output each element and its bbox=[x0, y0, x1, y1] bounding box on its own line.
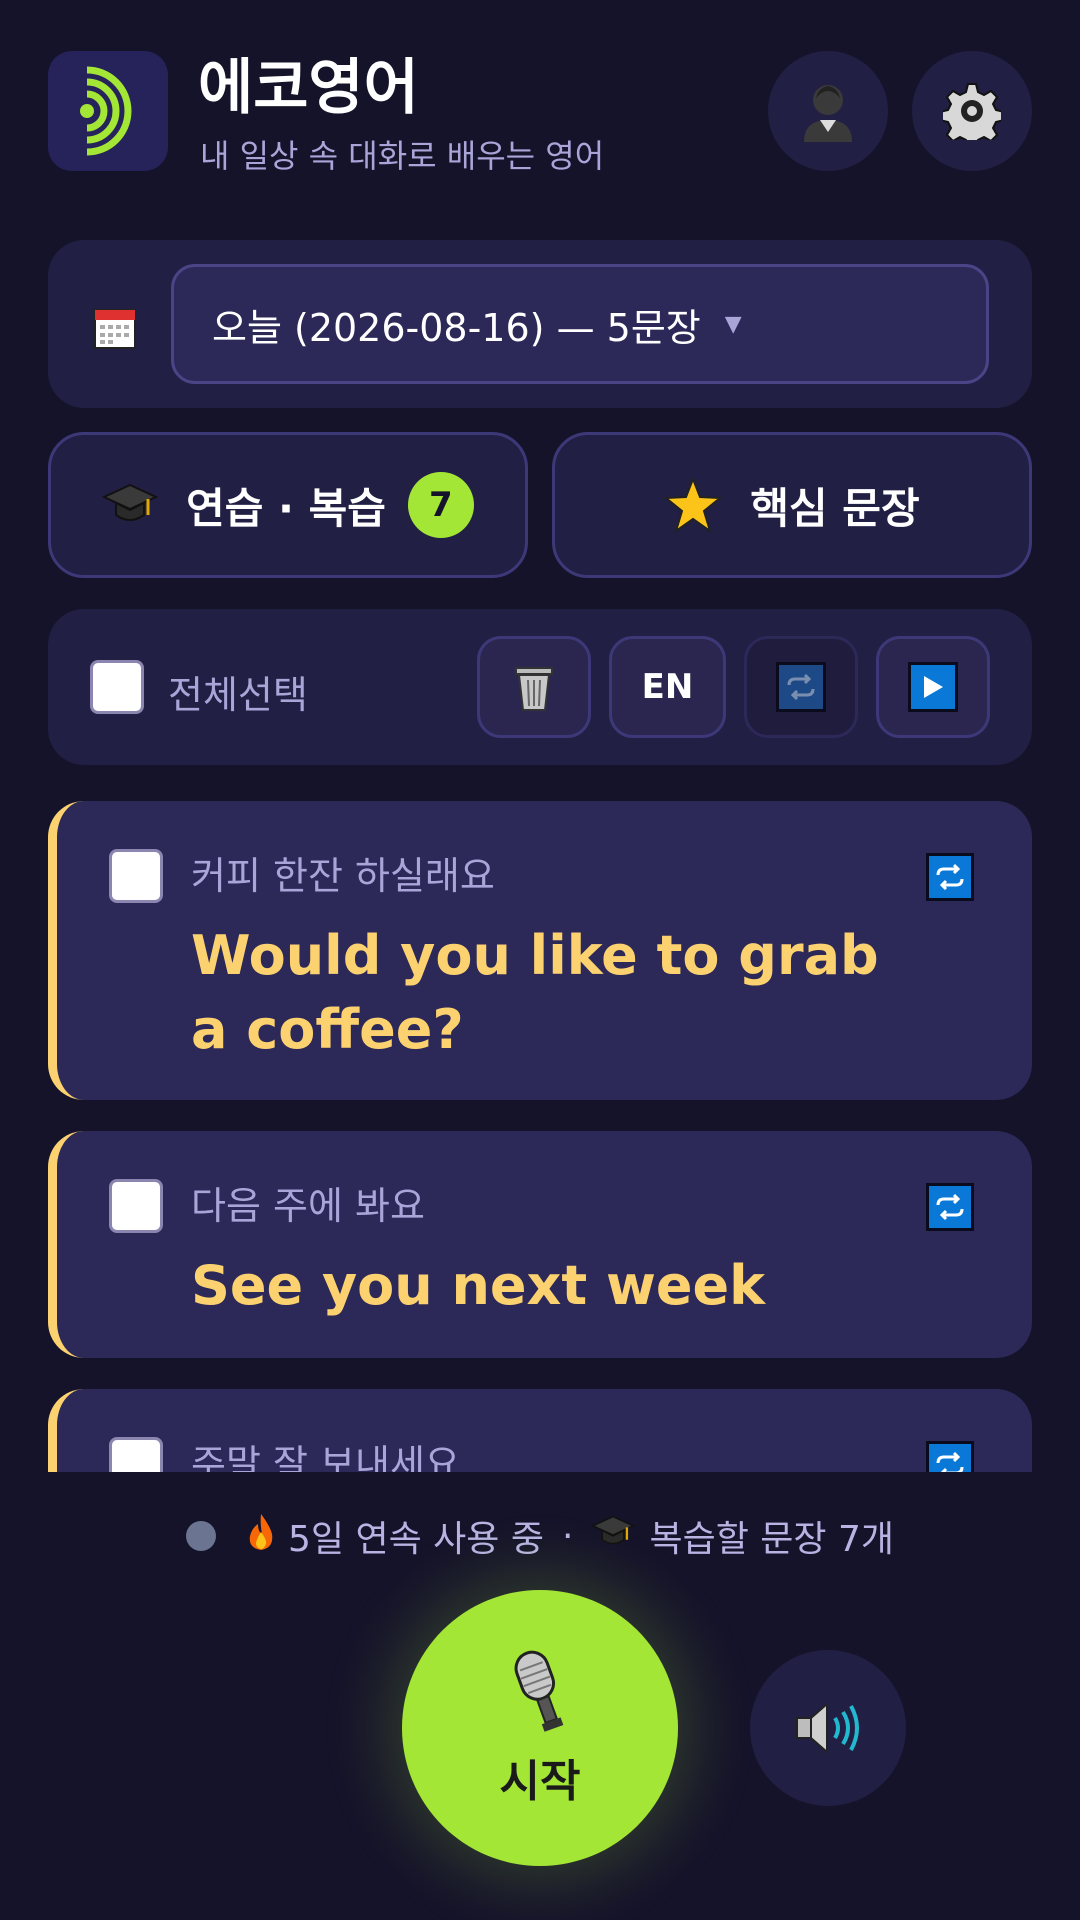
repeat-icon bbox=[776, 662, 826, 712]
select-all-label: 전체선택 bbox=[168, 673, 308, 717]
star-icon bbox=[664, 477, 723, 533]
streak-text: 5일 연속 사용 중 bbox=[288, 1519, 544, 1560]
repeat-icon[interactable] bbox=[926, 1183, 974, 1231]
start-mic-button[interactable]: 시작 bbox=[402, 1590, 678, 1866]
start-label: 시작 bbox=[499, 1756, 581, 1807]
sentence-english: See you next week bbox=[191, 1254, 766, 1317]
repeat-icon[interactable] bbox=[926, 1441, 974, 1472]
profile-button[interactable] bbox=[768, 51, 888, 171]
key-sentences-label: 핵심 문장 bbox=[750, 483, 920, 533]
review-text: 복습할 문장 7개 bbox=[649, 1519, 894, 1560]
sentence-english: Would you like to grab a coffee? bbox=[191, 924, 879, 1061]
app-subtitle: 내 일상 속 대화로 배우는 영어 bbox=[200, 137, 605, 175]
review-count-badge: 7 bbox=[407, 472, 474, 538]
sentence-korean: 다음 주에 봐요 bbox=[191, 1184, 425, 1228]
app-title: 에코영어 bbox=[198, 53, 419, 123]
calendar-icon bbox=[94, 307, 136, 353]
date-select[interactable]: 오늘 (2026-08-16) — 5문장 ▼ bbox=[171, 264, 989, 384]
speaker-icon bbox=[796, 1701, 859, 1755]
practice-review-button[interactable]: 연습 · 복습 7 bbox=[48, 432, 528, 578]
sentence-korean: 커피 한잔 하실래요 bbox=[191, 854, 495, 898]
sentence-list: 커피 한잔 하실래요 Would you like to grab a coff… bbox=[0, 800, 1080, 1472]
select-all-checkbox[interactable] bbox=[90, 660, 144, 714]
fire-icon bbox=[244, 1512, 278, 1561]
status-separator: · bbox=[562, 1515, 574, 1557]
speaker-button[interactable] bbox=[750, 1650, 906, 1806]
sentence-card[interactable]: 주말 잘 보내세요 bbox=[48, 1389, 1032, 1472]
language-toggle-button[interactable]: EN bbox=[609, 636, 726, 738]
play-icon bbox=[908, 662, 958, 712]
play-button[interactable] bbox=[876, 636, 990, 738]
trash-icon bbox=[515, 667, 553, 711]
sentence-checkbox[interactable] bbox=[109, 1179, 163, 1233]
date-select-value: 오늘 (2026-08-16) — 5문장 bbox=[212, 305, 701, 350]
sentence-card[interactable]: 커피 한잔 하실래요 Would you like to grab a coff… bbox=[48, 801, 1032, 1100]
microphone-icon bbox=[514, 1650, 564, 1732]
sentence-korean: 주말 잘 보내세요 bbox=[191, 1442, 460, 1472]
status-dot bbox=[186, 1521, 217, 1551]
graduation-cap-icon bbox=[591, 1515, 636, 1558]
settings-button[interactable] bbox=[912, 51, 1032, 171]
app-logo bbox=[48, 51, 168, 171]
person-icon bbox=[804, 85, 852, 142]
chevron-down-icon: ▼ bbox=[724, 311, 742, 337]
delete-button[interactable] bbox=[477, 636, 591, 738]
repeat-button[interactable] bbox=[744, 636, 858, 738]
sentence-card[interactable]: 다음 주에 봐요 See you next week bbox=[48, 1131, 1032, 1358]
sound-waves-icon bbox=[80, 66, 132, 156]
sentence-checkbox[interactable] bbox=[109, 1437, 163, 1472]
graduation-cap-icon bbox=[102, 483, 159, 521]
sentence-checkbox[interactable] bbox=[109, 849, 163, 903]
repeat-icon[interactable] bbox=[926, 853, 974, 901]
key-sentences-button[interactable]: 핵심 문장 bbox=[552, 432, 1032, 578]
status-line: 5일 연속 사용 중 · 복습할 문장 7개 bbox=[0, 1508, 1080, 1564]
gear-icon bbox=[943, 83, 1001, 140]
practice-review-label: 연습 · 복습 bbox=[186, 483, 386, 533]
